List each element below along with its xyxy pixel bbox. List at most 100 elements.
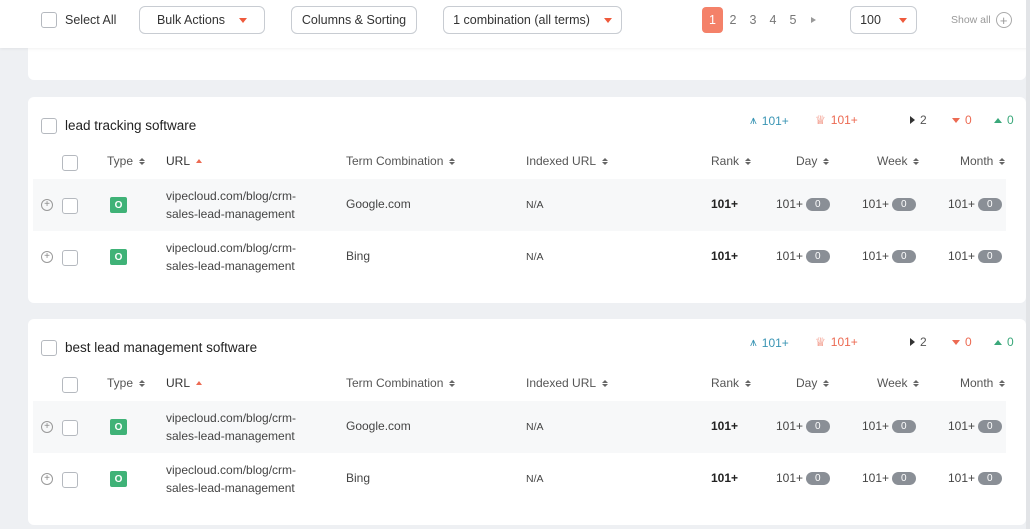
visibility-value: 101+ xyxy=(761,335,789,350)
change-chip: 0 xyxy=(892,198,916,212)
keyword-title: lead tracking software xyxy=(65,118,197,133)
per-page-value: 100 xyxy=(860,13,881,27)
col-url-header[interactable]: URL xyxy=(166,376,203,390)
type-badge: O xyxy=(110,419,127,435)
best-rank-value: 101+ xyxy=(830,335,858,349)
unchanged-stat: 2 xyxy=(910,335,927,349)
page-4-button[interactable]: 4 xyxy=(763,7,783,33)
day-cell: 101+ 0 xyxy=(776,471,830,486)
unchanged-stat: 2 xyxy=(910,113,927,127)
arrow-up-icon xyxy=(994,117,1002,123)
week-cell: 101+ 0 xyxy=(862,197,916,212)
col-day-header[interactable]: Day xyxy=(796,154,830,168)
per-page-dropdown[interactable]: 100 xyxy=(850,6,917,34)
col-month-header[interactable]: Month xyxy=(960,376,1006,390)
row-checkbox[interactable] xyxy=(62,472,78,488)
rank-cell: 101+ xyxy=(711,471,739,485)
next-page-icon[interactable] xyxy=(803,17,823,23)
expand-icon[interactable]: + xyxy=(41,251,53,263)
down-value: 0 xyxy=(965,113,972,127)
toolbar: Select All Bulk Actions Columns & Sortin… xyxy=(0,0,1030,48)
change-chip: 0 xyxy=(978,198,1002,212)
combination-dropdown[interactable]: 1 combination (all terms) xyxy=(443,6,622,34)
page-2-button[interactable]: 2 xyxy=(723,7,743,33)
row-checkbox[interactable] xyxy=(62,420,78,436)
indexed-cell: N/A xyxy=(526,199,544,211)
sort-asc-icon xyxy=(196,159,203,163)
header-checkbox[interactable] xyxy=(62,155,78,171)
change-chip: 0 xyxy=(806,250,830,264)
month-cell: 101+ 0 xyxy=(948,419,1002,434)
col-type-header[interactable]: Type xyxy=(107,376,146,390)
best-rank-stat: ♕ 101+ xyxy=(815,113,858,127)
type-badge: O xyxy=(110,249,127,265)
term-cell: Bing xyxy=(346,471,371,485)
show-all-label: Show all xyxy=(951,14,991,26)
url-cell[interactable]: vipecloud.com/blog/crm-sales-lead-manage… xyxy=(166,187,316,223)
table-row: + O vipecloud.com/blog/crm-sales-lead-ma… xyxy=(33,179,1006,231)
row-checkbox[interactable] xyxy=(62,250,78,266)
select-all-checkbox[interactable] xyxy=(41,12,57,28)
url-cell[interactable]: vipecloud.com/blog/crm-sales-lead-manage… xyxy=(166,239,316,275)
up-stat: 0 xyxy=(994,113,1014,127)
arrow-down-icon xyxy=(952,339,960,345)
visibility-stat: ⩚ 101+ xyxy=(750,113,789,128)
pagination: 1 2 3 4 5 xyxy=(702,7,823,33)
col-month-header[interactable]: Month xyxy=(960,154,1006,168)
col-indexed-header[interactable]: Indexed URL xyxy=(526,154,609,168)
term-cell: Google.com xyxy=(346,197,411,211)
arrow-up-icon xyxy=(994,339,1002,345)
rank-cell: 101+ xyxy=(711,197,739,211)
page-1-button[interactable]: 1 xyxy=(702,7,723,33)
up-value: 0 xyxy=(1007,113,1014,127)
change-chip: 0 xyxy=(978,472,1002,486)
columns-sorting-button[interactable]: Columns & Sorting xyxy=(291,6,417,34)
table-row: + O vipecloud.com/blog/crm-sales-lead-ma… xyxy=(33,401,1006,453)
keyword-checkbox[interactable] xyxy=(41,340,57,356)
keyword-card: best lead management software ⩚ 101+ ♕ 1… xyxy=(28,319,1026,525)
expand-icon[interactable]: + xyxy=(41,199,53,211)
trophy-icon: ♕ xyxy=(815,335,826,349)
bulk-actions-dropdown[interactable]: Bulk Actions xyxy=(139,6,265,34)
show-all-button[interactable]: Show all + xyxy=(951,12,1012,28)
day-cell: 101+ 0 xyxy=(776,197,830,212)
col-week-header[interactable]: Week xyxy=(877,154,920,168)
select-all-label: Select All xyxy=(65,13,117,27)
unchanged-value: 2 xyxy=(920,113,927,127)
expand-icon[interactable]: + xyxy=(41,473,53,485)
arrow-right-icon xyxy=(910,338,915,346)
page-3-button[interactable]: 3 xyxy=(743,7,763,33)
indexed-cell: N/A xyxy=(526,251,544,263)
col-rank-header[interactable]: Rank xyxy=(711,376,752,390)
rank-cell: 101+ xyxy=(711,249,739,263)
url-cell[interactable]: vipecloud.com/blog/crm-sales-lead-manage… xyxy=(166,409,316,445)
url-cell[interactable]: vipecloud.com/blog/crm-sales-lead-manage… xyxy=(166,461,316,497)
antenna-icon: ⩚ xyxy=(750,335,757,349)
col-type-header[interactable]: Type xyxy=(107,154,146,168)
col-rank-header[interactable]: Rank xyxy=(711,154,752,168)
change-chip: 0 xyxy=(806,420,830,434)
scrollbar[interactable] xyxy=(1026,0,1030,529)
unchanged-value: 2 xyxy=(920,335,927,349)
keyword-checkbox[interactable] xyxy=(41,118,57,134)
change-chip: 0 xyxy=(806,198,830,212)
chevron-down-icon xyxy=(898,17,907,23)
header-checkbox[interactable] xyxy=(62,377,78,393)
col-day-header[interactable]: Day xyxy=(796,376,830,390)
col-term-header[interactable]: Term Combination xyxy=(346,376,456,390)
col-url-header[interactable]: URL xyxy=(166,154,203,168)
up-stat: 0 xyxy=(994,335,1014,349)
change-chip: 0 xyxy=(978,250,1002,264)
columns-sorting-label: Columns & Sorting xyxy=(301,13,407,27)
chevron-down-icon xyxy=(603,17,612,23)
col-indexed-header[interactable]: Indexed URL xyxy=(526,376,609,390)
indexed-cell: N/A xyxy=(526,473,544,485)
col-week-header[interactable]: Week xyxy=(877,376,920,390)
month-cell: 101+ 0 xyxy=(948,471,1002,486)
expand-icon[interactable]: + xyxy=(41,421,53,433)
change-chip: 0 xyxy=(806,472,830,486)
col-term-header[interactable]: Term Combination xyxy=(346,154,456,168)
row-checkbox[interactable] xyxy=(62,198,78,214)
table-row: + O vipecloud.com/blog/crm-sales-lead-ma… xyxy=(33,453,1006,505)
page-5-button[interactable]: 5 xyxy=(783,7,803,33)
